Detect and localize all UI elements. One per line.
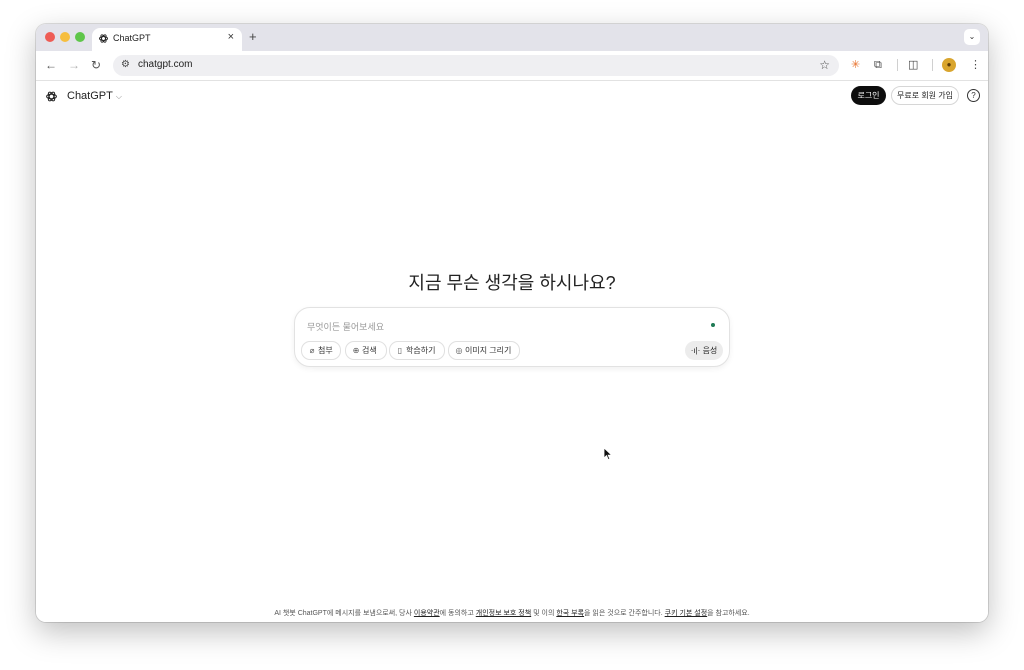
chat-composer[interactable]: 무엇이든 물어보세요 ⌀ 첨부 ⊕ 검색 ▯ 학습하기 ◎ 이미지 그리기 ·ı|· 음… — [294, 307, 730, 367]
reload-button[interactable]: ↻ — [91, 58, 101, 72]
browser-window: ChatGPT × + ⌄ ← → ↻ ⚙ chatgpt.com ☆ ✳ ⧉ … — [36, 24, 988, 622]
terms-link[interactable]: 이용약관 — [414, 610, 440, 617]
browser-menu-icon[interactable]: ⋮ — [970, 58, 981, 72]
cookie-preferences-link[interactable]: 쿠키 기본 설정 — [665, 610, 708, 617]
status-dot-icon — [711, 323, 715, 327]
chatgpt-logo-icon — [46, 91, 57, 102]
footer-text: 을 읽은 것으로 간주합니다. — [584, 610, 665, 617]
voice-label: 음성 — [702, 346, 718, 355]
new-tab-button[interactable]: + — [249, 29, 257, 44]
browser-toolbar: ← → ↻ ⚙ chatgpt.com ☆ ✳ ⧉ ◫ ● ⋮ — [36, 51, 988, 81]
chip-label: 첨부 — [318, 346, 333, 355]
footer-text: 을 참고하세요. — [707, 610, 750, 617]
extension-icon[interactable]: ✳ — [851, 58, 860, 72]
image-icon: ◎ — [455, 346, 463, 355]
help-icon[interactable]: ? — [967, 89, 980, 102]
footer-text: 및 이의 — [531, 610, 557, 617]
chatgpt-logo-icon — [98, 34, 109, 43]
footer-text: AI 챗봇 ChatGPT에 메시지를 보냄으로써, 당사 — [274, 610, 414, 617]
tab-search-button[interactable]: ⌄ — [964, 29, 980, 45]
book-icon: ▯ — [397, 346, 403, 355]
tab-chatgpt[interactable]: ChatGPT × — [92, 28, 242, 51]
extensions-puzzle-icon[interactable]: ⧉ — [874, 58, 882, 72]
search-button[interactable]: ⊕ 검색 — [345, 341, 387, 360]
create-image-button[interactable]: ◎ 이미지 그리기 — [448, 341, 520, 360]
toolbar-divider — [932, 59, 933, 71]
waveform-icon: ·ı|· — [690, 346, 701, 355]
tab-title: ChatGPT — [113, 33, 151, 43]
disclaimer-footer: AI 챗봇 ChatGPT에 메시지를 보냄으로써, 당사 이용약관에 동의하고… — [36, 608, 988, 618]
site-info-icon[interactable]: ⚙ — [121, 59, 130, 70]
paperclip-icon: ⌀ — [309, 346, 315, 355]
forward-button[interactable]: → — [68, 58, 80, 72]
signup-button[interactable]: 무료로 회원 가입 — [891, 86, 959, 105]
close-window-button[interactable] — [45, 32, 55, 42]
back-button[interactable]: ← — [45, 58, 57, 72]
prompt-input[interactable]: 무엇이든 물어보세요 — [307, 320, 384, 333]
login-button[interactable]: 로그인 — [851, 86, 886, 105]
url-text[interactable]: chatgpt.com — [138, 59, 192, 70]
page-content: ChatGPT ⌵ 로그인 무료로 회원 가입 ? 지금 무슨 생각을 하시나요?… — [36, 81, 988, 622]
tab-close-icon[interactable]: × — [228, 31, 234, 43]
toolbar-divider — [897, 59, 898, 71]
voice-button[interactable]: ·ı|· 음성 — [685, 341, 723, 360]
brand-label: ChatGPT — [67, 90, 113, 102]
profile-avatar[interactable]: ● — [942, 58, 956, 72]
mouse-cursor-icon — [603, 447, 613, 461]
address-bar[interactable]: ⚙ chatgpt.com ☆ — [113, 55, 839, 76]
tab-bar: ChatGPT × + ⌄ — [36, 24, 988, 51]
chip-label: 이미지 그리기 — [465, 346, 512, 355]
page-title: 지금 무슨 생각을 하시나요? — [408, 273, 616, 293]
model-switcher[interactable]: ChatGPT ⌵ — [67, 90, 122, 102]
footer-text: 에 동의하고 — [439, 610, 476, 617]
study-button[interactable]: ▯ 학습하기 — [389, 341, 445, 360]
globe-icon: ⊕ — [352, 346, 360, 355]
chip-label: 학습하기 — [406, 346, 436, 355]
side-panel-icon[interactable]: ◫ — [908, 58, 918, 72]
korea-addendum-link[interactable]: 한국 부록 — [556, 610, 584, 617]
attach-button[interactable]: ⌀ 첨부 — [301, 341, 341, 360]
privacy-link[interactable]: 개인정보 보호 정책 — [476, 610, 531, 617]
chevron-down-icon: ⌵ — [115, 92, 122, 101]
zoom-window-button[interactable] — [75, 32, 85, 42]
minimize-window-button[interactable] — [60, 32, 70, 42]
chip-label: 검색 — [362, 346, 377, 355]
bookmark-star-icon[interactable]: ☆ — [819, 58, 830, 72]
